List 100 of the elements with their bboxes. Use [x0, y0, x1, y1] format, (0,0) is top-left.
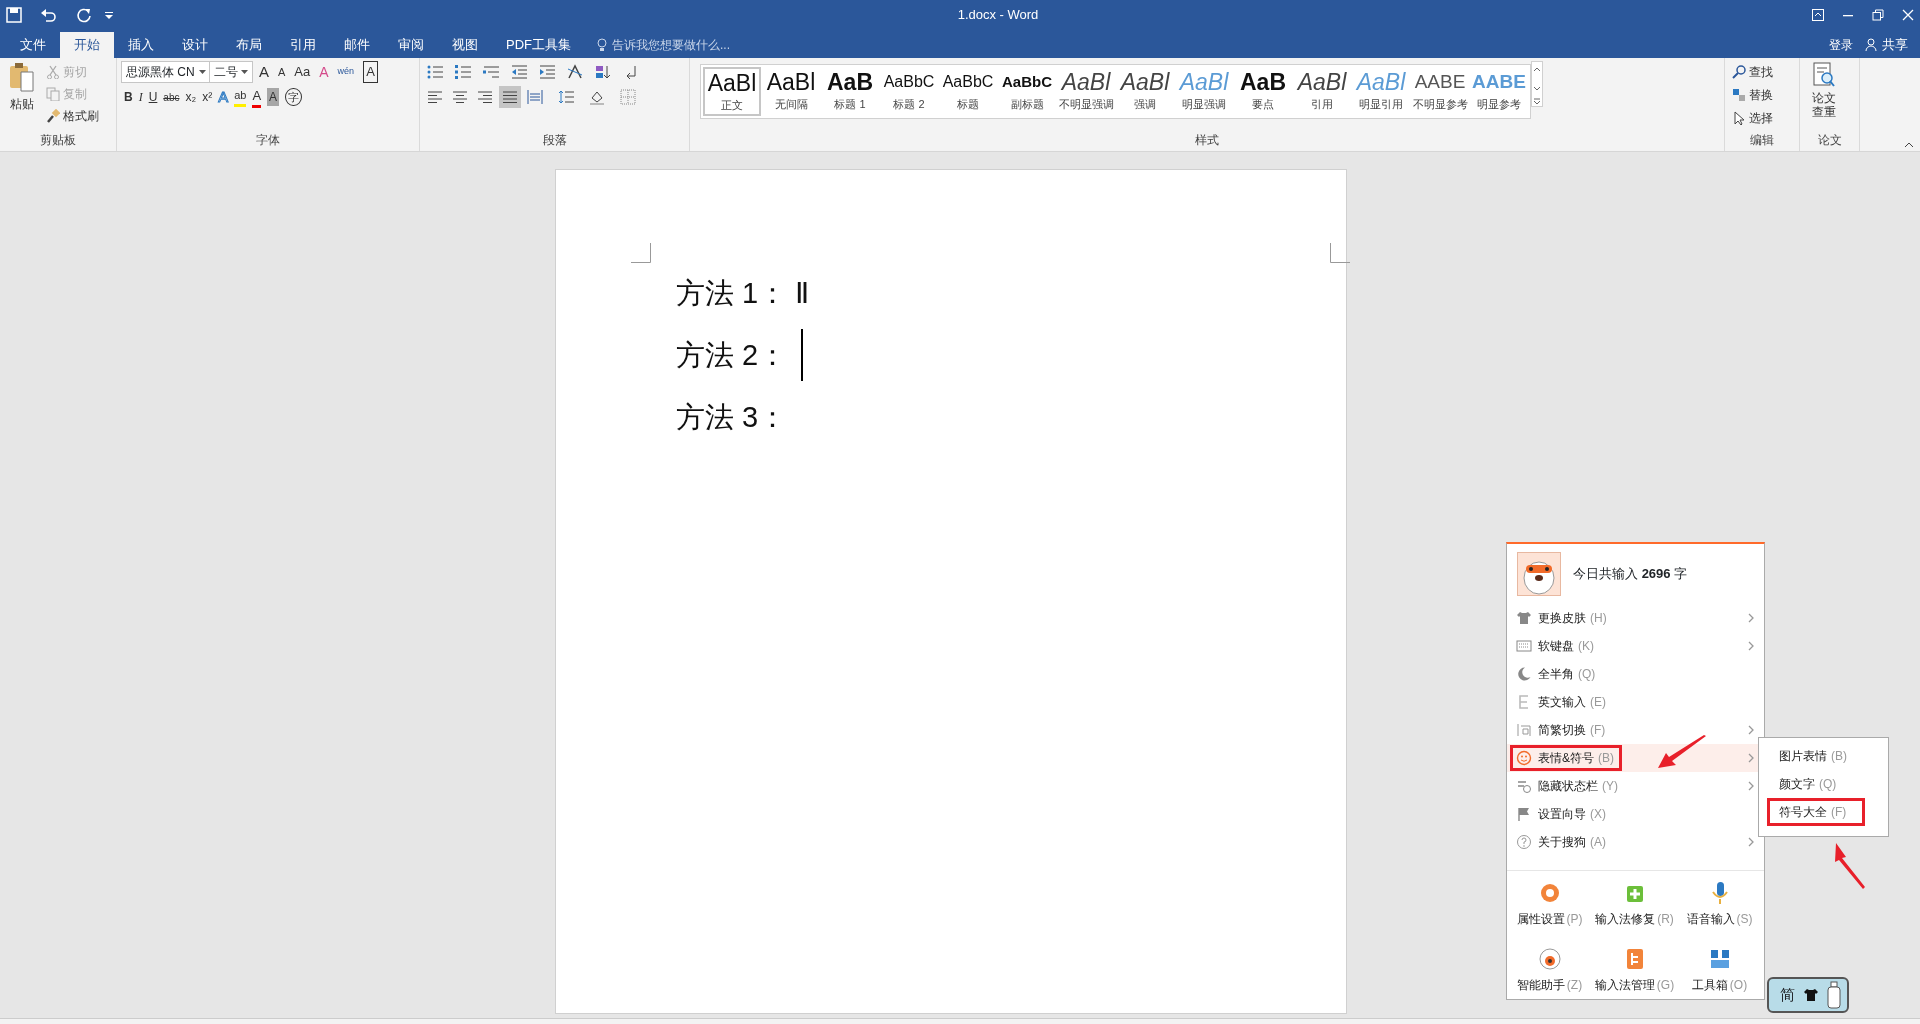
font-size-field[interactable]: 二号	[209, 61, 253, 83]
clipboard-icon	[9, 62, 35, 92]
style-item[interactable]: AaB 标题 1	[821, 67, 879, 116]
painter-button[interactable]: 格式刷	[43, 105, 102, 127]
ribbon-tab[interactable]: 文件	[6, 32, 60, 58]
bottle-icon[interactable]	[1827, 981, 1841, 1009]
submenu-item[interactable]: 颜文字 (Q)	[1767, 770, 1880, 798]
share-button[interactable]: 共享	[1865, 32, 1908, 58]
redo-icon[interactable]	[76, 7, 92, 23]
scissors-icon	[46, 65, 60, 79]
menu-item[interactable]: 简繁切换 (F)	[1507, 716, 1764, 744]
line-spacing-icon[interactable]	[558, 89, 574, 105]
align-icon	[452, 89, 468, 105]
keyboard-icon	[1516, 638, 1532, 654]
font-name-field[interactable]: 思源黑体 CN	[121, 61, 211, 83]
menu-item[interactable]: 全半角 (Q)	[1507, 660, 1764, 688]
shirt-icon[interactable]	[1803, 987, 1819, 1003]
shading-icon[interactable]	[589, 89, 605, 105]
ribbon-tab[interactable]: 视图	[438, 32, 492, 58]
tool-button[interactable]: 智能助手 (Z)	[1507, 937, 1592, 1003]
style-item[interactable]: AABE 明显参考	[1470, 67, 1528, 116]
style-item[interactable]: AaBl 引用	[1293, 67, 1351, 116]
ribbon-tab[interactable]: 审阅	[384, 32, 438, 58]
collapse-ribbon-icon[interactable]	[1904, 142, 1914, 148]
style-item[interactable]: AaBl 强调	[1116, 67, 1174, 116]
style-item[interactable]: AaBl 明显引用	[1352, 67, 1410, 116]
copy-icon	[46, 87, 60, 101]
decrease-indent-icon[interactable]	[511, 64, 527, 80]
replace-button[interactable]: 替换	[1729, 84, 1776, 106]
case-button[interactable]: Aa	[291, 61, 314, 83]
style-item[interactable]: AaBbC 标题 2	[880, 67, 938, 116]
style-item[interactable]: AaBl 不明显强调	[1057, 67, 1115, 116]
border-button[interactable]: A	[360, 61, 381, 83]
save-icon[interactable]	[6, 7, 22, 23]
ribbon-tab[interactable]: 引用	[276, 32, 330, 58]
hide-icon	[1516, 778, 1532, 794]
menu-item[interactable]: 英文输入 (E)	[1507, 688, 1764, 716]
style-item[interactable]: AaBbC 副标题	[998, 67, 1056, 116]
menu-item[interactable]: 关于搜狗 (A)	[1507, 828, 1764, 856]
brush-icon	[46, 109, 60, 123]
menu-item[interactable]: 设置向导 (X)	[1507, 800, 1764, 828]
italic-button[interactable]: I	[135, 86, 146, 108]
style-item[interactable]: AaBl 明显强调	[1175, 67, 1233, 116]
restore-icon[interactable]	[1872, 9, 1884, 21]
tool-button[interactable]: 语音输入 (S)	[1677, 871, 1762, 937]
tool-button[interactable]: 输入法管理 (G)	[1592, 937, 1677, 1003]
tell-me-field[interactable]: 告诉我您想要做什么...	[597, 32, 760, 58]
style-item[interactable]: AaBl 无间隔	[762, 67, 820, 116]
menu-item[interactable]: 隐藏状态栏 (Y)	[1507, 772, 1764, 800]
ribbon-tab[interactable]: PDF工具集	[492, 32, 585, 58]
highlight-button[interactable]: ab	[231, 86, 250, 108]
color-button[interactable]: A	[249, 86, 265, 108]
style-item[interactable]: AaBl 正文	[703, 67, 761, 116]
sub-button[interactable]: x₂	[182, 86, 200, 108]
align-icon	[527, 89, 543, 105]
phonetic-button[interactable]: wén	[334, 61, 358, 83]
style-item[interactable]: AABE 不明显参考	[1411, 67, 1469, 116]
ribbon-tab[interactable]: 插入	[114, 32, 168, 58]
paper-check-button[interactable]: 论文查重	[1804, 61, 1844, 121]
sup-button[interactable]: x²	[199, 86, 216, 108]
menu-item[interactable]: 软键盘 (K)	[1507, 632, 1764, 660]
ribbon-tab[interactable]: 布局	[222, 32, 276, 58]
ribbon-tab[interactable]: 邮件	[330, 32, 384, 58]
underline-button[interactable]: U	[145, 86, 161, 108]
find-button[interactable]: 查找	[1729, 61, 1776, 83]
group-label: 编辑	[1749, 132, 1775, 149]
style-item[interactable]: AaB 要点	[1234, 67, 1292, 116]
sign-in-link[interactable]: 登录	[1829, 36, 1853, 54]
group-label: 字体	[255, 132, 281, 149]
customize-icon[interactable]	[104, 10, 114, 20]
ribbon-tab[interactable]: 设计	[168, 32, 222, 58]
tool-button[interactable]: 工具箱 (O)	[1677, 937, 1762, 1003]
style-item[interactable]: AaBbC 标题	[939, 67, 997, 116]
shrink-button[interactable]: A	[275, 61, 289, 83]
bold-button[interactable]: B	[121, 86, 136, 108]
paste-button[interactable]: 粘贴	[4, 61, 40, 125]
submenu-item[interactable]: 图片表情 (B)	[1767, 742, 1880, 770]
ribbon-options-icon[interactable]	[1812, 9, 1824, 21]
mascot-avatar-icon	[1517, 552, 1561, 596]
menu-item[interactable]: 更换皮肤 (H)	[1507, 604, 1764, 632]
text-direction-icon[interactable]	[567, 64, 583, 80]
multilevel-list-icon[interactable]	[483, 64, 499, 80]
ribbon-tab[interactable]: 开始	[60, 32, 114, 58]
grow-button[interactable]: A	[256, 61, 272, 83]
numbering-icon[interactable]	[455, 64, 471, 80]
tool-button[interactable]: 输入法修复 (R)	[1592, 871, 1677, 937]
gallery-scroll-icon[interactable]	[1531, 61, 1543, 107]
tool-button[interactable]: 属性设置 (P)	[1507, 871, 1592, 937]
close-icon[interactable]	[1902, 9, 1914, 21]
sort-icon[interactable]	[595, 64, 611, 80]
select-icon	[1732, 111, 1746, 125]
bullets-icon[interactable]	[427, 64, 443, 80]
align-justify-button[interactable]	[499, 86, 521, 108]
increase-indent-icon[interactable]	[539, 64, 555, 80]
input-mode-text: 简	[1780, 984, 1795, 1005]
strike-button[interactable]: abc	[160, 86, 183, 108]
clear-button[interactable]: A	[316, 61, 332, 83]
select-button[interactable]: 选择	[1729, 107, 1776, 129]
annotation-arrow	[1834, 843, 1866, 889]
submenu-item[interactable]: 符号大全 (F)	[1767, 798, 1865, 826]
